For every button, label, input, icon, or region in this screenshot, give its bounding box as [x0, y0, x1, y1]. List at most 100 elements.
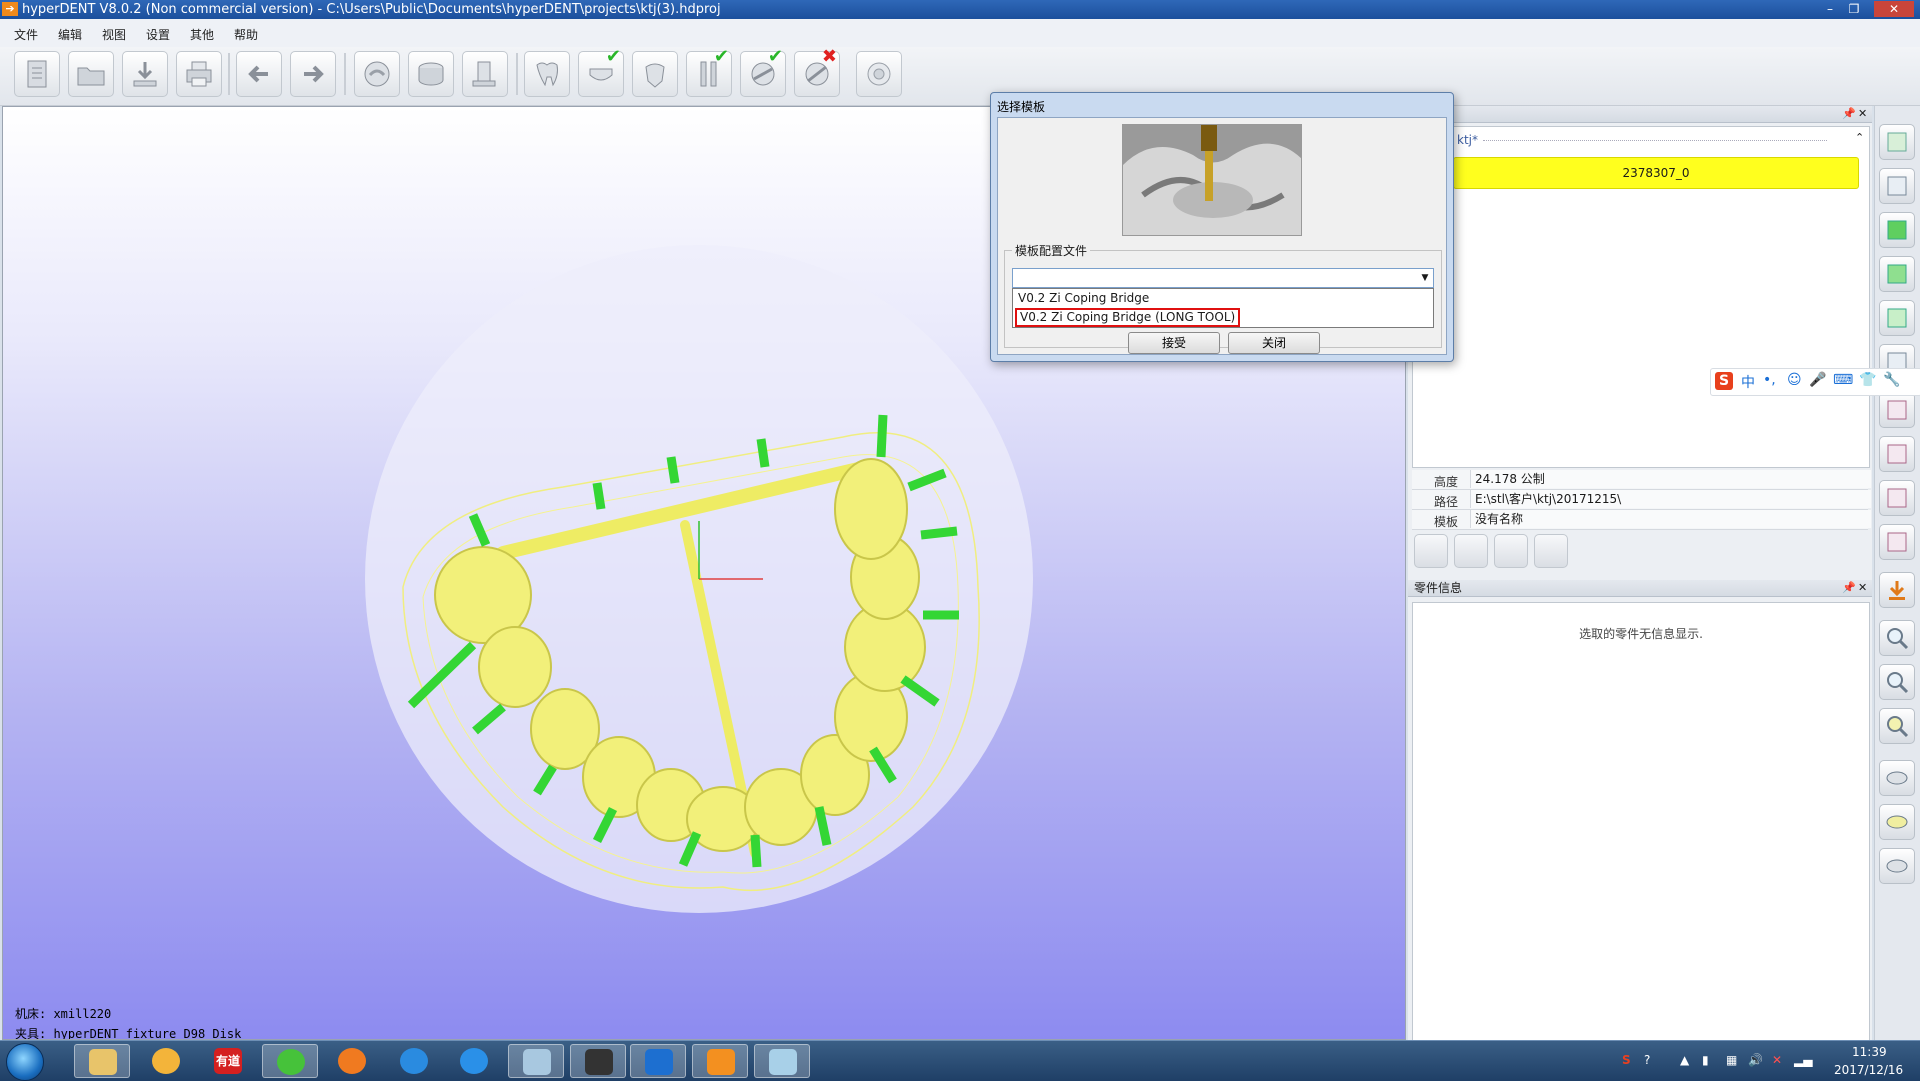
template-combobox[interactable]: ▼ [1012, 268, 1434, 288]
taskbar-paint[interactable] [138, 1044, 194, 1078]
display-mode-1-button[interactable] [1879, 760, 1915, 796]
signal-tray-icon[interactable]: ▂▄ [1794, 1053, 1812, 1067]
restore-button[interactable]: ❐ [1842, 1, 1866, 17]
close-icon[interactable]: ✕ [1858, 106, 1867, 122]
ime-chinese-toggle[interactable]: 中 [1741, 372, 1755, 392]
usb-tray-icon[interactable]: ▮ [1702, 1053, 1709, 1067]
view-left-button[interactable] [1879, 300, 1915, 336]
clock-date[interactable]: 2017/12/16 [1834, 1063, 1903, 1077]
collapse-chevron-icon[interactable]: ⌃ [1855, 131, 1864, 144]
simulate-button[interactable] [856, 51, 902, 97]
open-button[interactable] [68, 51, 114, 97]
close-icon[interactable]: ✕ [1858, 580, 1867, 596]
tooth-icon [536, 62, 558, 87]
download-button[interactable] [1879, 572, 1915, 608]
windows-taskbar: 有道 S ? ▲ ▮ ▦ 🔊 ✕ ▂▄ 11:39 2017/12/16 [0, 1040, 1920, 1081]
stock-icon [418, 62, 444, 86]
taskbar-sketch[interactable] [754, 1044, 810, 1078]
minimize-button[interactable]: – [1818, 1, 1842, 17]
undo-button[interactable] [236, 51, 282, 97]
ime-emoji-icon[interactable]: ☺ [1787, 372, 1802, 388]
view-front-button[interactable] [1879, 212, 1915, 248]
panel-pen-button[interactable] [1454, 534, 1488, 568]
taskbar-youdao[interactable]: 有道 [200, 1044, 256, 1078]
template-option-selected[interactable]: V0.2 Zi Coping Bridge (LONG TOOL) [1015, 308, 1241, 327]
panel-lock-button[interactable] [1534, 534, 1568, 568]
redo-button[interactable] [290, 51, 336, 97]
template-option[interactable]: V0.2 Zi Coping Bridge [1015, 289, 1152, 307]
save-button[interactable] [122, 51, 168, 97]
title-bar: ➔ hyperDENT V8.0.2 (Non commercial versi… [0, 0, 1920, 19]
view-iso1-button[interactable] [1879, 392, 1915, 428]
stock-button[interactable] [408, 51, 454, 97]
sketch-icon [769, 1049, 797, 1075]
machine-label: 机床: xmill220 [15, 1007, 112, 1021]
tool-selection-button[interactable]: ✔ [686, 48, 732, 97]
taskbar-notepad[interactable] [508, 1044, 564, 1078]
sogou-logo-icon[interactable]: S [1715, 372, 1733, 390]
project-name[interactable]: ktj* [1457, 133, 1478, 147]
print-button[interactable] [176, 51, 222, 97]
zoom-fit-button[interactable] [1879, 708, 1915, 744]
taskbar-wechat[interactable] [262, 1044, 318, 1078]
network-error-tray-icon[interactable]: ✕ [1772, 1053, 1782, 1067]
calculate-button[interactable]: ✔ [740, 48, 786, 97]
ime-punctuation-toggle[interactable]: •, [1763, 372, 1776, 388]
close-button[interactable]: ✕ [1874, 1, 1914, 17]
menu-edit[interactable]: 编辑 [58, 26, 82, 43]
taskbar-qq-browser[interactable] [386, 1044, 442, 1078]
project-item-selected[interactable]: 2378307_0 [1453, 157, 1859, 189]
help-tray-icon[interactable]: ? [1644, 1053, 1650, 1067]
position-tooth-button[interactable]: ✔ [578, 48, 624, 97]
accept-button[interactable]: 接受 [1128, 332, 1220, 354]
view-top-button[interactable] [1879, 124, 1915, 160]
taskbar-cam[interactable] [570, 1044, 626, 1078]
select-disk-button[interactable] [354, 51, 400, 97]
show-hidden-icon[interactable]: ▲ [1680, 1053, 1689, 1067]
taskbar-hyperdent[interactable] [692, 1044, 748, 1078]
taskbar-teamviewer[interactable] [630, 1044, 686, 1078]
panel-tools-button[interactable] [1494, 534, 1528, 568]
display-mode-2-button[interactable] [1879, 804, 1915, 840]
zoom-window-button[interactable] [1879, 664, 1915, 700]
render-mode-icon [1886, 771, 1908, 785]
view-iso2-button[interactable] [1879, 436, 1915, 472]
taskbar-firefox[interactable] [324, 1044, 380, 1078]
sogou-tray-icon[interactable]: S [1622, 1053, 1631, 1067]
close-dialog-button[interactable]: 关闭 [1228, 332, 1320, 354]
hyperdent-app-icon[interactable]: ➔ [2, 2, 18, 16]
zoom-in-button[interactable] [1879, 620, 1915, 656]
view-iso4-button[interactable] [1879, 524, 1915, 560]
pin-icon[interactable]: 📌 [1842, 580, 1856, 596]
menu-view[interactable]: 视图 [102, 26, 126, 43]
display-mode-3-button[interactable] [1879, 848, 1915, 884]
start-button[interactable] [6, 1043, 44, 1081]
youdao-icon: 有道 [214, 1048, 242, 1074]
new-file-button[interactable] [14, 51, 60, 97]
taskbar-explorer[interactable] [74, 1044, 130, 1078]
network-tray-icon[interactable]: ▦ [1726, 1053, 1737, 1067]
ime-skin-icon[interactable]: 👕 [1859, 372, 1876, 388]
ime-keyboard-icon[interactable]: ⌨ [1833, 372, 1853, 388]
menu-settings[interactable]: 设置 [146, 26, 170, 43]
taskbar-feishu[interactable] [446, 1044, 502, 1078]
pin-icon[interactable]: 📌 [1842, 106, 1856, 122]
property-value: E:\stl\客户\ktj\20171215\ [1470, 490, 1871, 508]
ime-settings-icon[interactable]: 🔧 [1883, 372, 1900, 388]
volume-tray-icon[interactable]: 🔊 [1748, 1053, 1763, 1067]
fixture-button[interactable] [462, 51, 508, 97]
view-bottom-button[interactable] [1879, 168, 1915, 204]
view-back-button[interactable] [1879, 256, 1915, 292]
property-row: 高度 24.178 公制 [1412, 470, 1871, 490]
tooth-connectors-button[interactable] [632, 51, 678, 97]
menu-help[interactable]: 帮助 [234, 26, 258, 43]
chevron-down-icon[interactable]: ▼ [1417, 269, 1433, 287]
view-iso3-button[interactable] [1879, 480, 1915, 516]
menu-other[interactable]: 其他 [190, 26, 214, 43]
calculate-all-button[interactable]: ✖ [794, 48, 840, 97]
load-tooth-button[interactable] [524, 51, 570, 97]
ime-voice-icon[interactable]: 🎤 [1809, 372, 1826, 388]
clock-time[interactable]: 11:39 [1852, 1045, 1887, 1059]
panel-disk-button[interactable] [1414, 534, 1448, 568]
menu-file[interactable]: 文件 [14, 26, 38, 43]
